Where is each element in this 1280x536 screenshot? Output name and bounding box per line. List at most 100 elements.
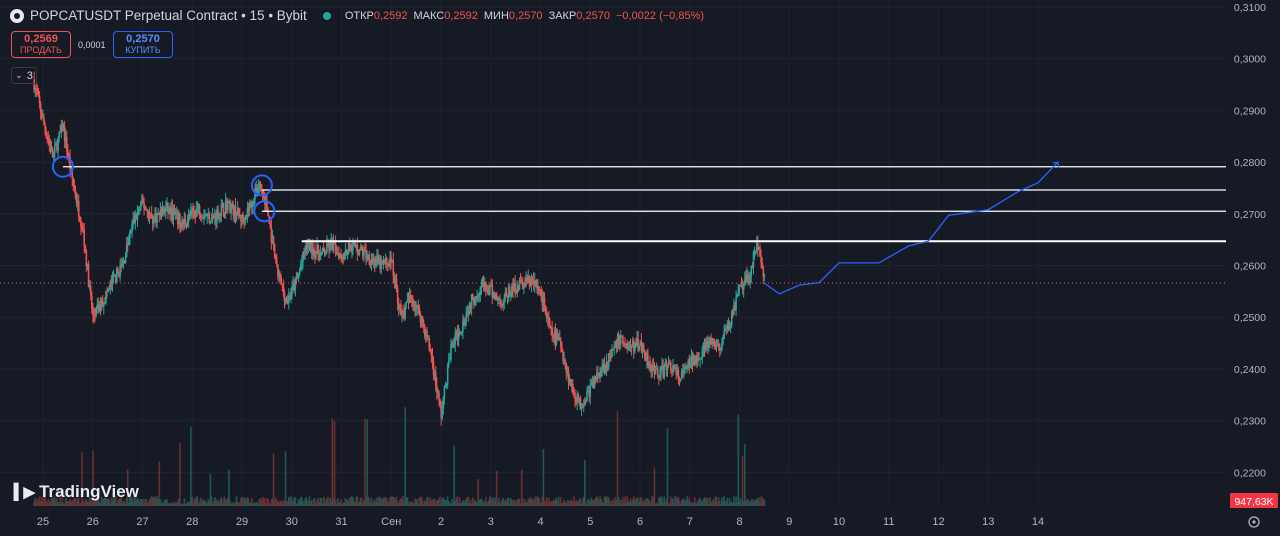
candle-body [108,287,111,290]
candle-body [431,355,434,362]
candle-body [461,331,463,334]
sell-price: 0,2569 [24,32,58,45]
candle-body [296,277,299,280]
close-value: 0,2570 [576,9,610,22]
candle-body [272,237,275,244]
candle-body [663,366,666,378]
candle-body [365,251,367,260]
candle-body [46,136,48,139]
candle-body [763,274,766,277]
volume-bar [743,443,746,506]
candle-body [627,347,630,349]
candle-body [35,87,38,91]
candle-body [230,206,232,214]
candle-body [607,353,610,368]
candle-body [350,245,352,251]
candle-body [680,371,683,380]
indicators-count: 3 [26,69,33,82]
candle-body [589,385,592,397]
volume-bar [741,455,744,506]
candle-body [395,278,398,289]
tradingview-logo-text: TradingView [39,482,139,501]
candle-body [244,219,247,222]
candle-body [261,190,264,195]
candle-body [137,210,140,213]
candle-body [447,359,450,366]
candle-body [38,96,41,104]
candle-body [269,223,272,228]
candle-body [276,258,278,265]
time-axis[interactable]: 25 26 27 28 29 30 31 Сен 2 3 4 5 6 7 8 9 10 11 12 13 14 [0,508,1280,536]
candle-body [48,140,51,144]
candle-body [322,248,325,252]
candle-body [708,344,710,348]
candle-body [142,198,144,203]
volume-bars [33,407,766,506]
volume-bar [190,426,192,506]
candle-body [701,348,704,358]
candle-body [754,250,757,252]
candle-body [179,214,181,227]
price-tick-label: 0,2300 [1234,416,1266,428]
candle-body [619,335,622,345]
candle-body [220,204,223,216]
indicators-toggle-button[interactable]: ⌄ 3 [11,67,37,84]
candle-body [375,263,377,266]
candle-body [273,243,276,258]
candle-body [586,391,588,401]
candle-body [351,250,353,252]
candle-body [626,343,629,348]
open-value: 0,2592 [373,9,408,22]
candle-body [499,297,501,300]
candle-body [117,268,119,272]
candle-body [458,330,461,334]
candle-body [442,397,445,409]
buy-button[interactable]: 0,2570 КУПИТЬ [113,31,173,58]
candle-body [453,344,456,346]
candle-body [125,244,128,258]
candle-body [740,284,743,287]
projection-path[interactable] [764,161,1060,295]
candle-body [475,297,477,300]
candle-body [669,362,672,371]
sell-button[interactable]: 0,2569 ПРОДАТЬ [11,31,71,58]
candle-body [364,249,366,252]
candle-body [496,298,499,301]
symbol-title[interactable]: POPCATUSDT Perpetual Contract • 15 • Byb… [30,8,307,23]
time-tick-label: 14 [1032,516,1044,528]
candle-body [320,252,323,254]
candle-body [341,256,343,258]
candle-body [643,350,646,356]
candle-body [348,243,351,246]
price-axis[interactable]: 0,3100 0,3000 0,2900 0,2800 0,2700 0,2600 0,25… [1226,0,1280,536]
candle-body [426,331,428,340]
candle-body [327,243,329,247]
price-chart[interactable]: 0,27910,27460,27050,26470,257004:32 0,31… [0,0,1280,536]
candle-body [604,368,607,372]
candle-body [666,364,669,370]
time-tick-label: 3 [488,516,494,528]
candle-body [444,386,447,388]
candle-body [102,303,105,307]
time-tick-label: 9 [786,516,792,528]
candle-body [654,369,657,375]
volume-bar [763,499,766,506]
candle-body [415,307,417,309]
candle-body [713,338,716,347]
candle-body [257,186,260,192]
candle-body [119,265,121,278]
volume-bar [333,421,336,506]
horizontal-levels[interactable]: 0,27910,27460,27050,26470,257004:32 [62,158,1271,301]
candle-body [77,200,80,217]
candle-body [430,351,433,356]
candlesticks [33,71,766,426]
chart-header: POPCATUSDT Perpetual Contract • 15 • Byb… [10,8,704,23]
candle-body [510,295,512,297]
candle-body [429,347,432,352]
candle-body [515,292,518,294]
buy-label: КУПИТЬ [125,44,161,55]
change-value: −0,0022 (−0,85%) [615,9,705,22]
projection-line[interactable] [764,161,1059,295]
tradingview-logo[interactable]: ▍▶ TradingView [14,482,139,502]
candle-body [184,219,187,224]
